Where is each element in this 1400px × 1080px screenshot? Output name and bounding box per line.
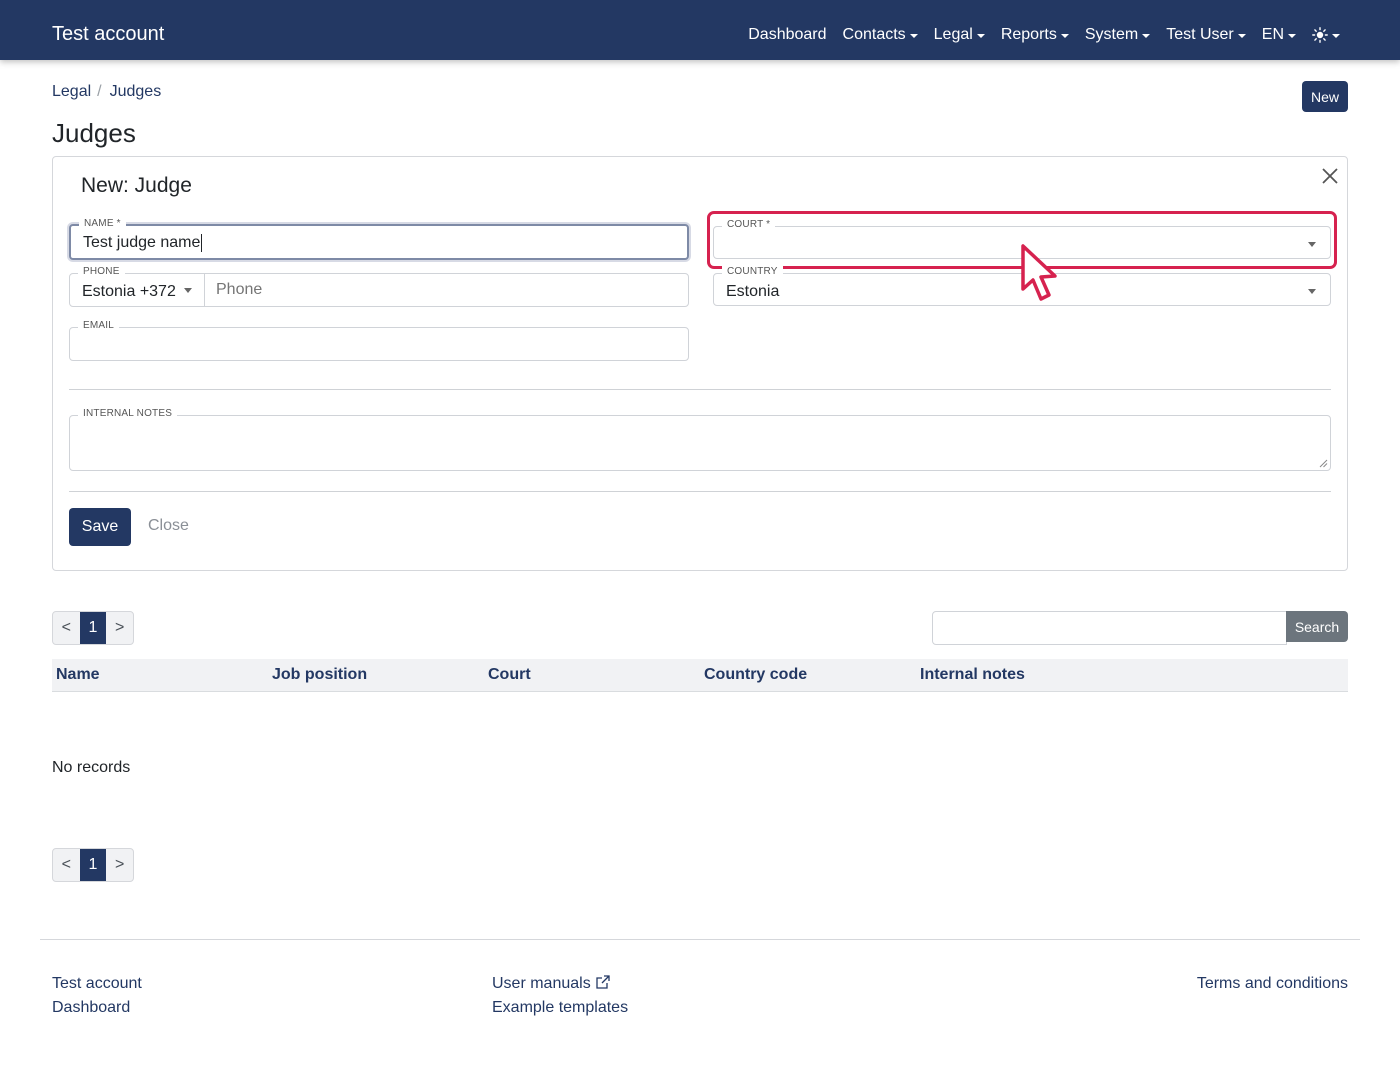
- sun-icon: [1312, 27, 1328, 43]
- column-header-country-code[interactable]: Country code: [704, 666, 807, 684]
- footer-link-dashboard[interactable]: Dashboard: [52, 999, 130, 1017]
- footer-link-terms[interactable]: Terms and conditions: [1197, 975, 1348, 993]
- chevron-down-icon: [1308, 289, 1316, 294]
- internal-notes-textarea[interactable]: INTERNAL NOTES: [69, 407, 1331, 471]
- column-header-court[interactable]: Court: [488, 666, 531, 684]
- nav-menu: Dashboard Contacts Legal Reports System …: [732, 24, 1340, 46]
- footer-link-user-manuals[interactable]: User manuals: [492, 975, 611, 993]
- pagination-bottom: < 1 >: [52, 848, 134, 882]
- footer-link-example-templates[interactable]: Example templates: [492, 999, 628, 1017]
- name-field[interactable]: NAME * Test judge name: [69, 217, 689, 260]
- nav-item-user[interactable]: Test User: [1166, 26, 1246, 44]
- pagination-page[interactable]: 1: [79, 849, 107, 881]
- footer-divider: [40, 939, 1360, 940]
- nav-item-contacts[interactable]: Contacts: [843, 26, 918, 44]
- nav-item-dashboard[interactable]: Dashboard: [748, 26, 826, 44]
- nav-item-language[interactable]: EN: [1262, 26, 1296, 44]
- page-title: Judges: [52, 118, 136, 148]
- caret-down-icon: [1332, 34, 1340, 38]
- pagination-prev[interactable]: <: [53, 849, 80, 881]
- name-label: NAME *: [79, 217, 126, 231]
- country-value: Estonia: [726, 283, 780, 300]
- search-input[interactable]: [932, 611, 1287, 645]
- nav-item-reports[interactable]: Reports: [1001, 26, 1069, 44]
- form-divider: [69, 389, 1331, 390]
- column-header-job-position[interactable]: Job position: [272, 666, 367, 684]
- pagination-next[interactable]: >: [106, 612, 133, 644]
- search-button[interactable]: Search: [1286, 611, 1348, 642]
- breadcrumb-judges[interactable]: Judges: [110, 83, 162, 101]
- empty-state-text: No records: [52, 759, 131, 776]
- phone-field: PHONE Estonia +372: [69, 265, 689, 307]
- pagination-next[interactable]: >: [106, 849, 133, 881]
- caret-down-icon: [184, 288, 192, 293]
- new-judge-form-card: New: Judge NAME * Test judge name COURT …: [52, 156, 1348, 571]
- form-divider: [69, 491, 1331, 492]
- phone-divider: [204, 274, 205, 306]
- pagination-top: < 1 >: [52, 611, 134, 645]
- caret-down-icon: [1237, 34, 1246, 38]
- pagination-page[interactable]: 1: [79, 612, 107, 644]
- name-value: Test judge name: [83, 234, 203, 252]
- footer-link-account[interactable]: Test account: [52, 975, 142, 993]
- email-label: EMAIL: [78, 319, 120, 333]
- caret-down-icon: [1060, 34, 1069, 38]
- external-link-icon: [596, 975, 610, 989]
- breadcrumb-legal[interactable]: Legal: [52, 83, 91, 101]
- caret-down-icon: [909, 34, 918, 38]
- mouse-cursor-icon: [1021, 244, 1057, 301]
- nav-item-system[interactable]: System: [1085, 26, 1151, 44]
- phone-country-select[interactable]: Estonia +372: [70, 274, 204, 306]
- caret-down-icon: [1288, 34, 1296, 38]
- country-label: COUNTRY: [722, 265, 783, 279]
- phone-input[interactable]: [216, 278, 676, 302]
- new-button[interactable]: New: [1302, 81, 1348, 112]
- breadcrumb: Legal / Judges: [52, 83, 161, 101]
- column-header-internal-notes[interactable]: Internal notes: [920, 666, 1025, 684]
- theme-toggle[interactable]: [1312, 27, 1340, 43]
- close-icon[interactable]: [1319, 165, 1341, 187]
- table-header: Name Job position Court Country code Int…: [52, 659, 1348, 692]
- resize-handle-icon[interactable]: [1319, 459, 1328, 468]
- top-navbar: Test account Dashboard Contacts Legal Re…: [0, 0, 1400, 60]
- close-button[interactable]: Close: [148, 517, 189, 535]
- caret-down-icon: [976, 34, 985, 38]
- pagination-prev[interactable]: <: [53, 612, 80, 644]
- form-title: New: Judge: [81, 174, 192, 197]
- internal-notes-label: INTERNAL NOTES: [78, 407, 178, 421]
- brand-title[interactable]: Test account: [52, 22, 164, 46]
- column-header-name[interactable]: Name: [56, 666, 100, 684]
- save-button[interactable]: Save: [69, 508, 131, 546]
- nav-item-legal[interactable]: Legal: [934, 26, 985, 44]
- caret-down-icon: [1142, 34, 1151, 38]
- breadcrumb-separator: /: [97, 83, 102, 100]
- email-field[interactable]: EMAIL: [69, 319, 689, 361]
